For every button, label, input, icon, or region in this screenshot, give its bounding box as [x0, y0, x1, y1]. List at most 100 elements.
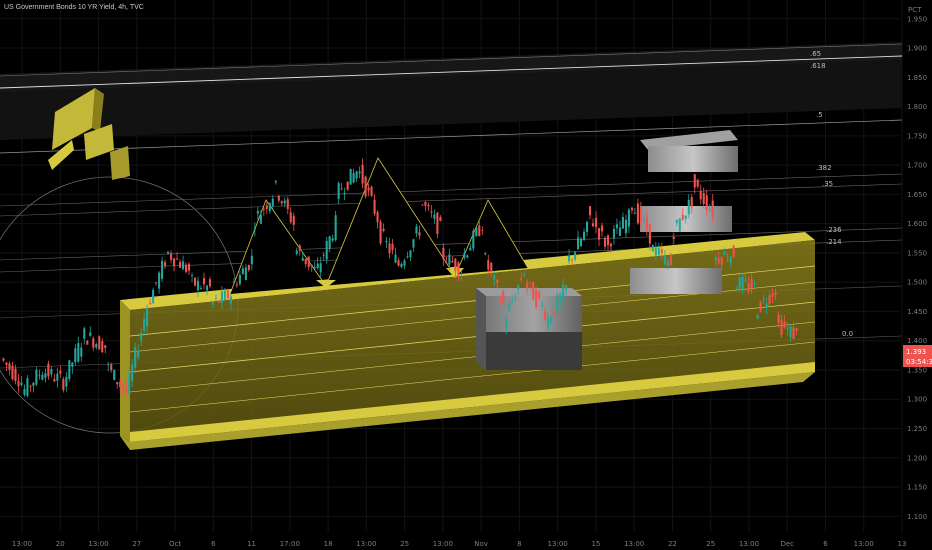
candle-body	[397, 260, 400, 266]
candle-body	[116, 382, 119, 385]
candle-body	[556, 294, 559, 313]
candle-body	[373, 199, 376, 214]
candle-body	[571, 259, 574, 261]
candle-body	[283, 200, 286, 204]
candle-body	[325, 241, 328, 260]
time-tick-label: 25	[706, 540, 715, 548]
candle-body	[493, 275, 496, 280]
candle-body	[439, 216, 442, 221]
candle-body	[603, 237, 607, 247]
candle-body	[544, 311, 547, 320]
candle-body	[83, 328, 86, 339]
price-chart[interactable]: .65.618.5.382.35.236.2140.0 1.9501.9001.…	[0, 0, 932, 550]
time-tick-label: Oct	[169, 540, 181, 548]
candle-body	[367, 187, 370, 191]
candle-body	[143, 319, 146, 331]
candle-body	[460, 273, 463, 275]
time-axis[interactable]: 13:00 20 13:00 27 Oct 6 11 17:00 18 13:00 25 13:00 N…	[12, 540, 907, 548]
candle-body	[433, 214, 436, 219]
time-tick-label: 13	[898, 540, 907, 548]
candle-body	[514, 298, 517, 300]
time-tick-label: 13:00	[12, 540, 32, 548]
candle-body	[681, 214, 684, 220]
time-tick-label: 25	[400, 540, 409, 548]
candle-body	[193, 277, 197, 286]
candle-body	[663, 255, 666, 265]
price-tick-label: 1.250	[907, 425, 927, 433]
candle-body	[2, 358, 5, 361]
candle-body	[101, 341, 104, 353]
candle-body	[582, 231, 586, 240]
candle-body	[409, 250, 412, 258]
candle-body	[247, 265, 250, 270]
candle-body	[705, 195, 708, 211]
candle-body	[717, 257, 720, 264]
time-tick-label: 13:00	[88, 540, 108, 548]
time-tick-label: 8	[517, 540, 521, 548]
candle-body	[376, 212, 379, 223]
candle-body	[541, 305, 544, 307]
candle-body	[364, 176, 367, 197]
candle-body	[579, 238, 583, 247]
candle-body	[271, 198, 274, 207]
candle-body	[80, 347, 83, 357]
candle-body	[277, 195, 280, 201]
candle-body	[502, 291, 505, 305]
candle-body	[741, 277, 744, 290]
time-tick-label: 13:00	[624, 540, 644, 548]
candle-body	[262, 208, 265, 210]
candle-body	[418, 232, 421, 236]
candle-body	[657, 247, 660, 255]
candle-body	[140, 332, 143, 341]
candle-body	[107, 364, 110, 365]
candle-body	[594, 217, 598, 228]
candle-body	[777, 314, 780, 323]
price-tick-label: 1.900	[907, 45, 927, 53]
candle-body	[35, 369, 38, 385]
candle-body	[128, 372, 131, 395]
candle-body	[149, 302, 152, 305]
candle-body	[167, 251, 170, 254]
candle-body	[298, 245, 301, 251]
candle-body	[436, 212, 439, 234]
symbol-header: US Government Bonds 10 YR Yield, 4h, TVC	[4, 4, 144, 11]
candle-body	[202, 278, 206, 285]
candle-body	[382, 228, 385, 232]
candle-body	[738, 277, 741, 289]
candle-body	[559, 294, 562, 304]
candle-body	[568, 255, 571, 262]
candle-body	[735, 288, 738, 290]
candle-body	[421, 204, 424, 206]
candle-body	[113, 369, 116, 380]
price-tick-label: 1.200	[907, 454, 927, 462]
candle-body	[591, 223, 595, 227]
price-tick-label: 1.100	[907, 513, 927, 521]
time-tick-label: 15	[591, 540, 600, 548]
candle-body	[199, 288, 203, 289]
price-tick-label: 1.650	[907, 191, 927, 199]
time-tick-label: 11	[247, 540, 256, 548]
candle-body	[235, 284, 238, 286]
candle-body	[448, 254, 451, 265]
candle-body	[475, 227, 478, 236]
candle-body	[762, 298, 765, 301]
candle-body	[265, 205, 268, 209]
price-tick-label: 1.450	[907, 308, 927, 316]
price-axis[interactable]: 1.950 1.900 1.850 1.800 1.750 1.700 1.650 1.600…	[907, 15, 927, 521]
candle-body	[678, 218, 681, 232]
candle-body	[550, 317, 553, 323]
candle-body	[795, 327, 798, 331]
candle-body	[56, 373, 59, 381]
candle-body	[523, 274, 526, 276]
candle-body	[481, 230, 484, 231]
candle-body	[463, 253, 466, 258]
candle-body	[789, 326, 792, 338]
candle-body	[529, 282, 532, 284]
candle-body	[65, 376, 68, 387]
candle-body	[615, 224, 619, 229]
candle-body	[654, 247, 657, 256]
candle-body	[304, 258, 307, 265]
time-tick-label: 18	[324, 540, 333, 548]
candle-body	[322, 254, 325, 256]
candle-body	[451, 260, 454, 263]
